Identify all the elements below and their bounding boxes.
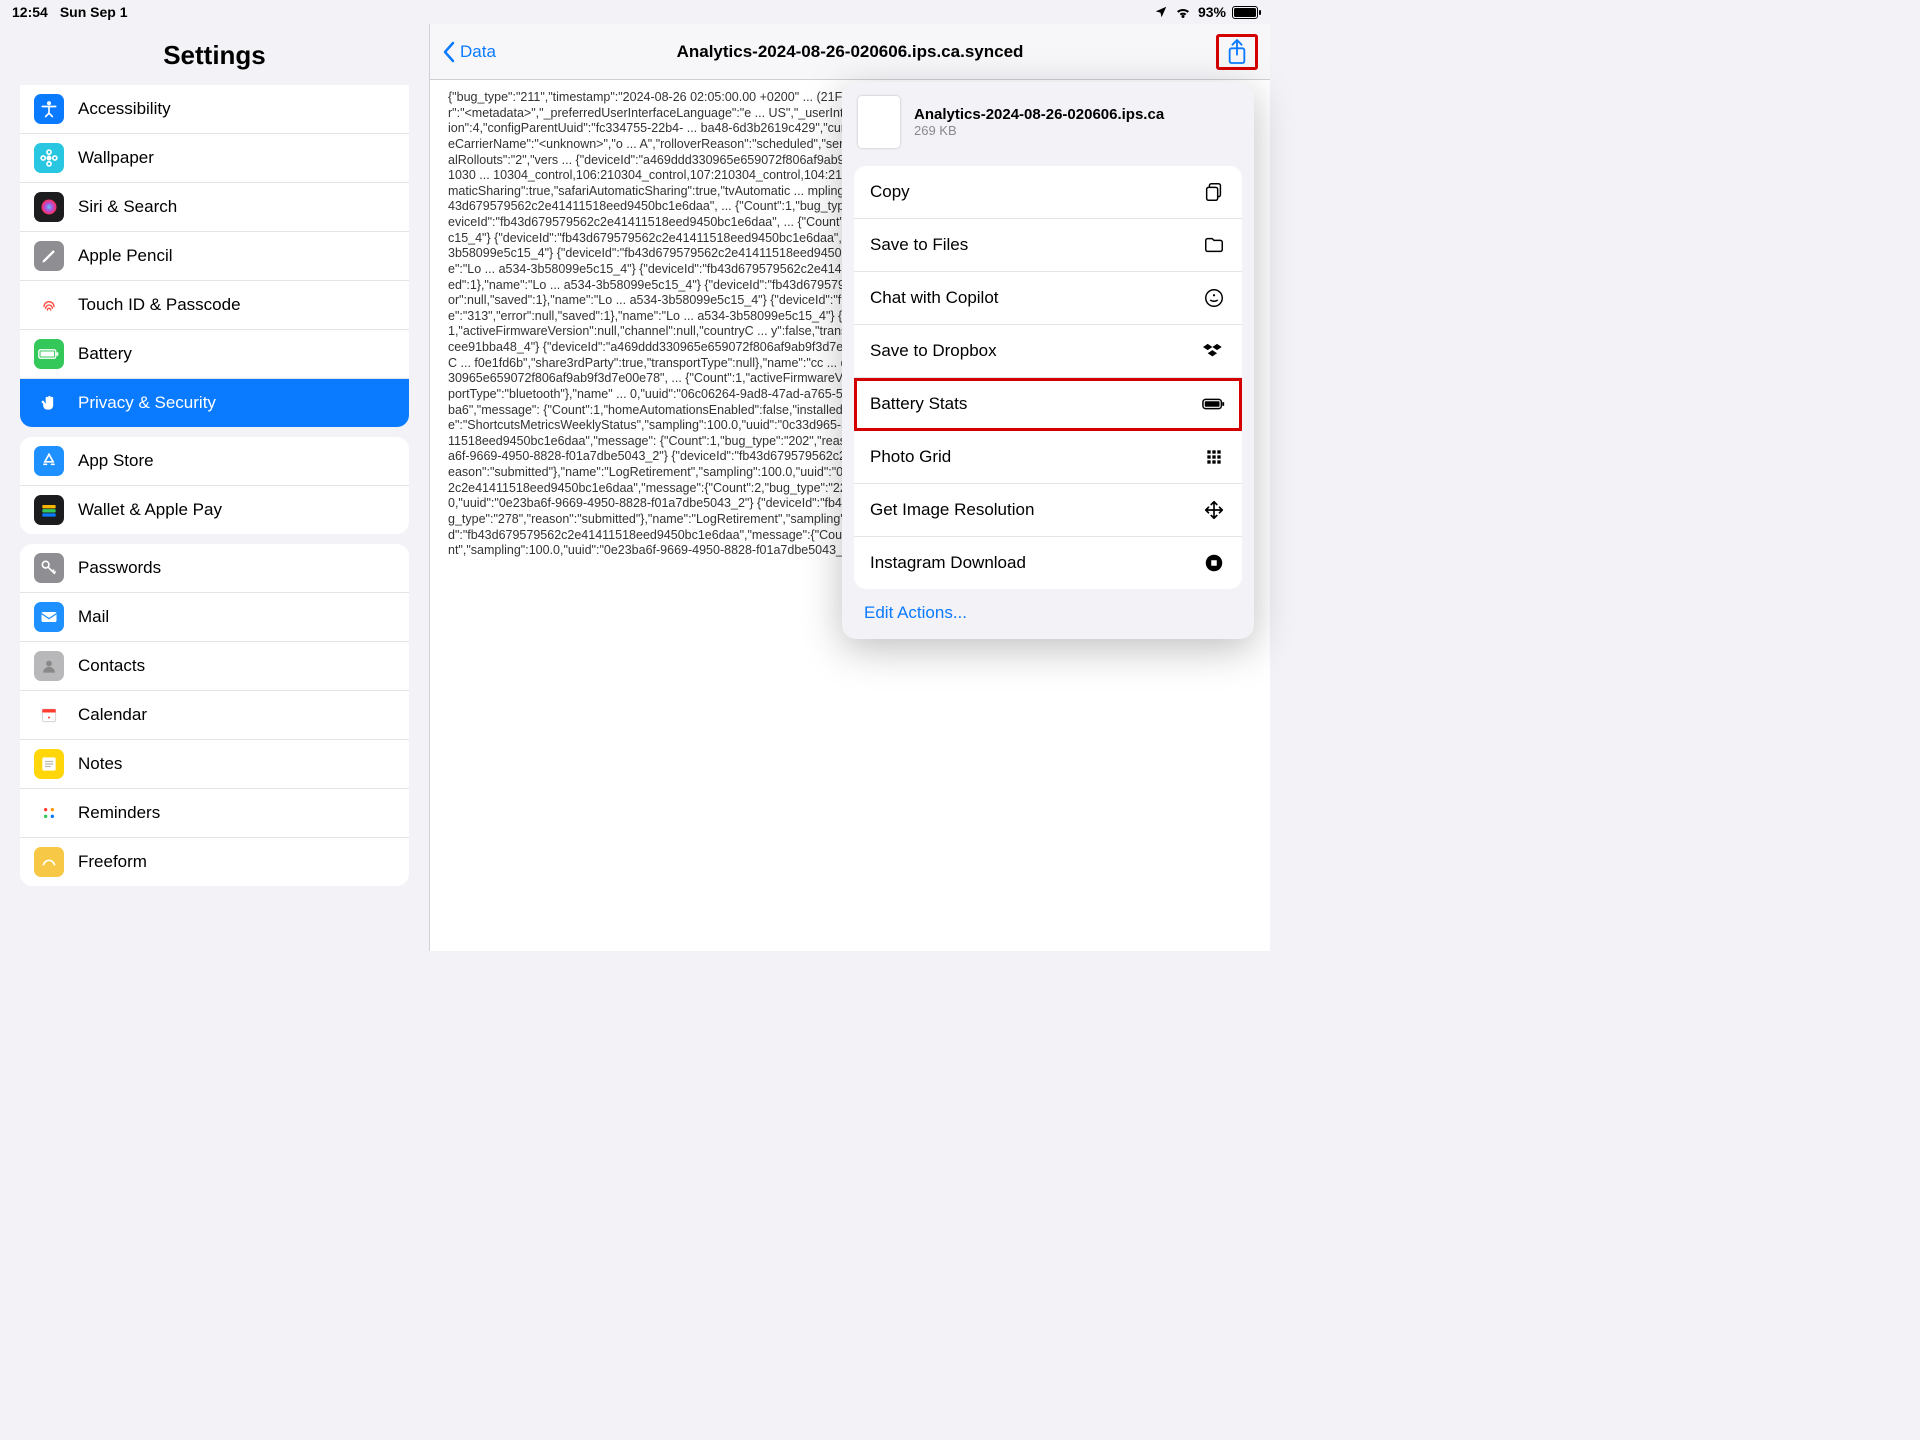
- row-label: Notes: [78, 754, 122, 774]
- sidebar-item-appstore[interactable]: App Store: [20, 437, 409, 486]
- status-time: 12:54: [12, 4, 48, 20]
- touchid-icon: [34, 290, 64, 320]
- action-savefiles[interactable]: Save to Files: [854, 219, 1242, 272]
- sidebar-item-reminders[interactable]: Reminders: [20, 789, 409, 838]
- notes-icon: [34, 749, 64, 779]
- sidebar-item-wallet[interactable]: Wallet & Apple Pay: [20, 486, 409, 534]
- mail-icon: [34, 602, 64, 632]
- sidebar-item-privacy[interactable]: Privacy & Security: [20, 379, 409, 427]
- battery-small-icon: [1202, 392, 1226, 416]
- settings-group-2: App Store Wallet & Apple Pay: [20, 437, 409, 534]
- sidebar-item-touchid[interactable]: Touch ID & Passcode: [20, 281, 409, 330]
- dropbox-icon: [1202, 339, 1226, 363]
- contacts-icon: [34, 651, 64, 681]
- row-label: Reminders: [78, 803, 160, 823]
- pencil-icon: [34, 241, 64, 271]
- row-label: Passwords: [78, 558, 161, 578]
- sidebar-item-calendar[interactable]: Calendar: [20, 691, 409, 740]
- hand-icon: [34, 388, 64, 418]
- row-label: Calendar: [78, 705, 147, 725]
- back-label: Data: [460, 42, 496, 62]
- action-label: Battery Stats: [870, 394, 967, 414]
- action-copy[interactable]: Copy: [854, 166, 1242, 219]
- row-label: Freeform: [78, 852, 147, 872]
- action-label: Get Image Resolution: [870, 500, 1034, 520]
- action-label: Photo Grid: [870, 447, 951, 467]
- flower-icon: [34, 143, 64, 173]
- share-icon: [1226, 38, 1248, 66]
- action-photogrid[interactable]: Photo Grid: [854, 431, 1242, 484]
- battery-pct: 93%: [1198, 4, 1226, 20]
- detail-title: Analytics-2024-08-26-020606.ips.ca.synce…: [430, 42, 1270, 62]
- sidebar-item-pencil[interactable]: Apple Pencil: [20, 232, 409, 281]
- row-label: Touch ID & Passcode: [78, 295, 241, 315]
- row-label: Wallpaper: [78, 148, 154, 168]
- file-name: Analytics-2024-08-26-020606.ips.ca: [914, 106, 1164, 123]
- sidebar-item-mail[interactable]: Mail: [20, 593, 409, 642]
- copilot-icon: [1202, 286, 1226, 310]
- arrows-icon: [1202, 498, 1226, 522]
- action-dropbox[interactable]: Save to Dropbox: [854, 325, 1242, 378]
- sidebar-title: Settings: [0, 24, 429, 85]
- action-imageres[interactable]: Get Image Resolution: [854, 484, 1242, 537]
- action-list: Copy Save to Files Chat with Copilot Save t…: [854, 166, 1242, 589]
- circle-stop-icon: [1202, 551, 1226, 575]
- sidebar-item-notes[interactable]: Notes: [20, 740, 409, 789]
- row-label: Mail: [78, 607, 109, 627]
- row-label: Privacy & Security: [78, 393, 216, 413]
- accessibility-icon: [34, 94, 64, 124]
- row-label: Siri & Search: [78, 197, 177, 217]
- action-label: Save to Dropbox: [870, 341, 997, 361]
- sidebar-item-freeform[interactable]: Freeform: [20, 838, 409, 886]
- action-label: Copy: [870, 182, 910, 202]
- detail-header: Data Analytics-2024-08-26-020606.ips.ca.…: [430, 24, 1270, 80]
- folder-icon: [1202, 233, 1226, 257]
- settings-group-1: Accessibility Wallpaper Siri & Search Apple…: [20, 85, 409, 427]
- row-label: Wallet & Apple Pay: [78, 500, 222, 520]
- action-label: Chat with Copilot: [870, 288, 999, 308]
- location-icon: [1154, 5, 1168, 19]
- copy-icon: [1202, 180, 1226, 204]
- battery-icon: [1232, 6, 1258, 19]
- edit-actions-button[interactable]: Edit Actions...: [842, 589, 1254, 629]
- sidebar-item-accessibility[interactable]: Accessibility: [20, 85, 409, 134]
- sidebar-item-contacts[interactable]: Contacts: [20, 642, 409, 691]
- action-label: Instagram Download: [870, 553, 1026, 573]
- share-button[interactable]: [1216, 34, 1258, 70]
- key-icon: [34, 553, 64, 583]
- reminders-icon: [34, 798, 64, 828]
- sidebar-item-wallpaper[interactable]: Wallpaper: [20, 134, 409, 183]
- row-label: Apple Pencil: [78, 246, 173, 266]
- sidebar: Settings Accessibility Wallpaper Siri & Se…: [0, 24, 430, 951]
- freeform-icon: [34, 847, 64, 877]
- siri-icon: [34, 192, 64, 222]
- back-button[interactable]: Data: [430, 41, 496, 63]
- appstore-icon: [34, 446, 64, 476]
- battery-icon: [34, 339, 64, 369]
- row-label: App Store: [78, 451, 154, 471]
- grid-icon: [1202, 445, 1226, 469]
- action-batterystats[interactable]: Battery Stats: [854, 378, 1242, 431]
- share-sheet: Analytics-2024-08-26-020606.ips.ca 269 K…: [842, 82, 1254, 639]
- row-label: Contacts: [78, 656, 145, 676]
- action-copilot[interactable]: Chat with Copilot: [854, 272, 1242, 325]
- row-label: Accessibility: [78, 99, 171, 119]
- file-info: Analytics-2024-08-26-020606.ips.ca 269 K…: [842, 82, 1254, 162]
- file-size: 269 KB: [914, 123, 1164, 138]
- wallet-icon: [34, 495, 64, 525]
- row-label: Battery: [78, 344, 132, 364]
- sidebar-item-siri[interactable]: Siri & Search: [20, 183, 409, 232]
- action-instagram[interactable]: Instagram Download: [854, 537, 1242, 589]
- sidebar-item-battery[interactable]: Battery: [20, 330, 409, 379]
- settings-group-3: Passwords Mail Contacts Calendar Notes Remind…: [20, 544, 409, 886]
- sidebar-item-passwords[interactable]: Passwords: [20, 544, 409, 593]
- file-thumb: [858, 96, 900, 148]
- wifi-icon: [1174, 5, 1192, 19]
- status-bar: 12:54 Sun Sep 1 93%: [0, 0, 1270, 24]
- calendar-icon: [34, 700, 64, 730]
- action-label: Save to Files: [870, 235, 968, 255]
- status-date: Sun Sep 1: [60, 4, 128, 20]
